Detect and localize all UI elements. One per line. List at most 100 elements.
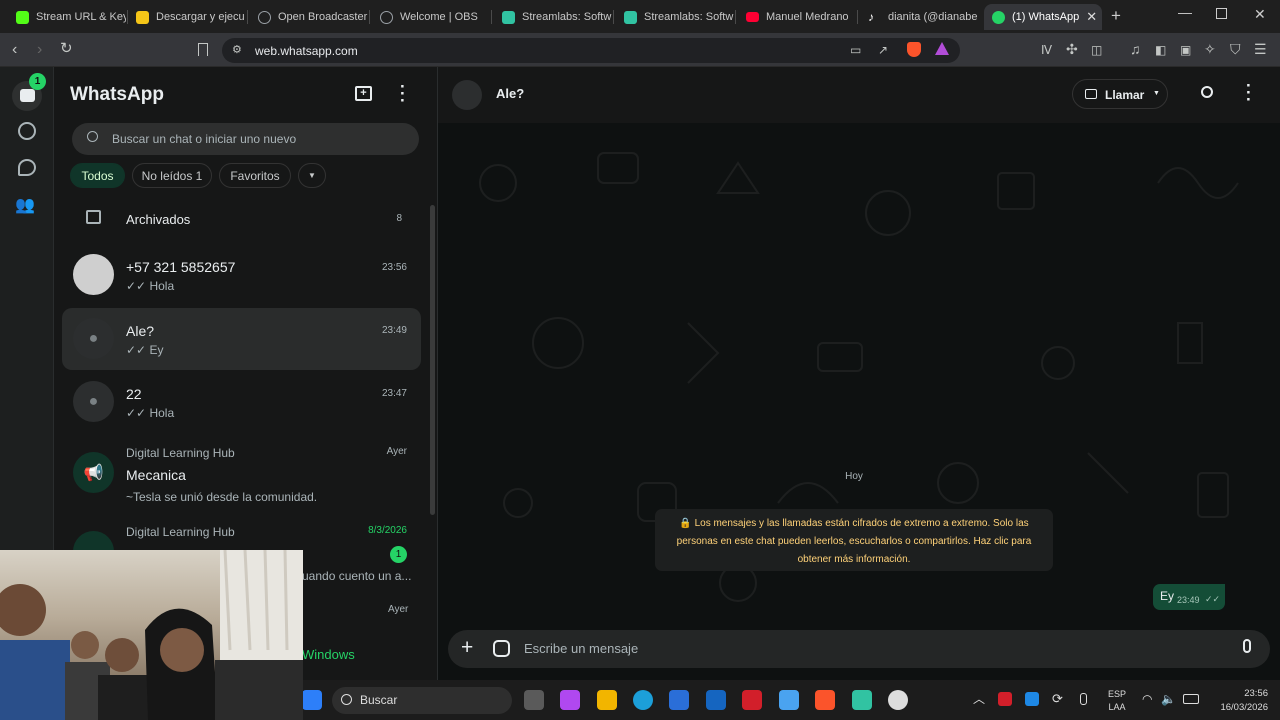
reload-icon[interactable]: ↻: [60, 41, 73, 56]
screenshot-icon[interactable]: ◫: [1091, 43, 1102, 57]
browser-tab[interactable]: Descargar y ejecu: [128, 4, 246, 30]
chat-title[interactable]: Ale?: [496, 86, 524, 101]
back-icon[interactable]: ‹: [12, 42, 17, 58]
filter-all[interactable]: Todos: [70, 163, 125, 188]
chat-row[interactable]: +57 321 5852657 23:56 ✓✓ Hola: [62, 244, 421, 306]
communities-icon[interactable]: 👥: [15, 195, 35, 215]
new-tab-button[interactable]: +: [1111, 6, 1121, 26]
tray-chevron-icon[interactable]: ︿: [973, 690, 985, 707]
sidebar-toggle-icon[interactable]: ◧: [1155, 43, 1166, 57]
clock[interactable]: 23:56 16/03/2026: [1212, 687, 1268, 715]
media-icon[interactable]: ♫: [1130, 42, 1141, 56]
brave-shield-icon[interactable]: [907, 42, 921, 57]
message-input[interactable]: Escribe un mensaje: [524, 641, 638, 656]
video-icon: [1085, 89, 1097, 99]
search-icon[interactable]: [1201, 86, 1213, 98]
microphone-icon[interactable]: [1080, 693, 1087, 705]
status-icon[interactable]: [18, 122, 36, 140]
share-icon[interactable]: ↗: [878, 43, 888, 57]
obs-icon[interactable]: [888, 690, 908, 710]
chat-row[interactable]: 📢 Digital Learning Hub Ayer Mecanica ~Te…: [62, 440, 421, 510]
copilot-icon[interactable]: [560, 690, 580, 710]
brave-icon[interactable]: [815, 690, 835, 710]
minimize-button[interactable]: —: [1178, 4, 1192, 20]
attach-plus-icon[interactable]: +: [461, 637, 473, 659]
store-icon[interactable]: [669, 690, 689, 710]
webcam-people-image: [0, 550, 303, 720]
wallet-icon[interactable]: ▣: [1180, 43, 1191, 57]
mail-icon[interactable]: [779, 690, 799, 710]
cast-icon[interactable]: ▭: [850, 43, 861, 57]
task-view-icon[interactable]: [524, 690, 544, 710]
chevron-down-icon: ▼: [1153, 90, 1160, 97]
close-tab-icon[interactable]: ✕: [1086, 9, 1097, 25]
search-icon: [341, 694, 352, 705]
chat-row[interactable]: ● 22 23:47 ✓✓ Hola: [62, 371, 421, 433]
chat-row-selected[interactable]: ● Ale? 23:49 ✓✓ Ey: [62, 308, 421, 370]
megaphone-icon: 📢: [73, 452, 114, 493]
chats-badge: 1: [29, 73, 46, 90]
download-site-icon: [136, 10, 149, 24]
streamlabs-icon: [502, 10, 515, 24]
vscode-icon[interactable]: [706, 690, 726, 710]
address-bar[interactable]: ⚙ web.whatsapp.com ▭ ↗: [222, 38, 960, 63]
mcafee-icon[interactable]: [742, 690, 762, 710]
brave-rewards-icon[interactable]: [935, 42, 949, 55]
browser-tab[interactable]: Welcome | OBS: [372, 4, 490, 30]
edge-icon[interactable]: [633, 690, 653, 710]
chat-menu-icon[interactable]: · · ·: [1246, 77, 1252, 108]
language-indicator[interactable]: ESP LAA: [1108, 688, 1126, 714]
channels-icon[interactable]: [18, 159, 36, 176]
new-chat-icon[interactable]: +: [355, 86, 372, 101]
leo-ai-icon[interactable]: ✧: [1204, 42, 1216, 56]
site-info-icon[interactable]: ⚙: [232, 43, 242, 56]
browser-tab[interactable]: ♪ dianita (@dianabe: [860, 4, 978, 30]
filter-unread[interactable]: No leídos 1: [132, 163, 212, 188]
url-text[interactable]: web.whatsapp.com: [255, 44, 358, 58]
browser-tab[interactable]: Streamlabs: Softw: [494, 4, 612, 30]
battery-icon[interactable]: [1183, 694, 1199, 704]
archive-icon: [86, 210, 101, 224]
vpn-icon[interactable]: ⛉: [1230, 42, 1241, 56]
sticker-icon[interactable]: [493, 640, 510, 657]
windows-start-icon[interactable]: [302, 690, 322, 710]
volume-icon[interactable]: 🔈: [1161, 692, 1176, 706]
browser-tab[interactable]: Streamlabs: Softw: [616, 4, 734, 30]
chat-time: Ayer: [388, 604, 409, 615]
search-input[interactable]: Buscar un chat o iniciar uno nuevo: [72, 123, 419, 155]
globe-icon: [380, 10, 393, 24]
menu-dots-icon[interactable]: · · ·: [400, 78, 406, 109]
browser-tab[interactable]: Open Broadcaster: [250, 4, 368, 30]
filter-more-chevron-icon[interactable]: ▼: [298, 163, 326, 188]
youtube-icon: [746, 12, 759, 22]
close-window-button[interactable]: ✕: [1254, 6, 1266, 23]
forward-icon[interactable]: ›: [37, 42, 42, 58]
taskbar-search[interactable]: Buscar: [332, 687, 512, 714]
default-avatar-icon: ●: [73, 318, 114, 359]
puzzle-icon[interactable]: ✣: [1066, 42, 1078, 56]
tray-app-icon[interactable]: [998, 692, 1012, 706]
file-explorer-icon[interactable]: [597, 690, 617, 710]
filter-favorites[interactable]: Favoritos: [219, 163, 291, 188]
outgoing-message-bubble[interactable]: Ey 23:49 ✓✓: [1153, 584, 1225, 610]
menu-icon[interactable]: ☰: [1254, 42, 1267, 56]
default-avatar-icon[interactable]: [452, 80, 482, 110]
call-button[interactable]: Llamar ▼: [1072, 79, 1168, 109]
browser-tab[interactable]: Stream URL & Key: [8, 4, 126, 30]
tiktok-icon: ♪: [868, 9, 874, 24]
date-divider: Hoy: [845, 471, 863, 482]
tray-app-icon[interactable]: [1025, 692, 1039, 706]
wifi-icon[interactable]: ◠: [1142, 692, 1152, 706]
extension-icon[interactable]: Ⅳ: [1041, 43, 1052, 57]
browser-tab[interactable]: Manuel Medrano: [738, 4, 856, 30]
archived-row[interactable]: Archivados 8: [62, 200, 421, 238]
streamlabs-icon[interactable]: [852, 690, 872, 710]
browser-tab-active[interactable]: (1) WhatsApp ✕: [984, 4, 1102, 30]
sync-icon[interactable]: ⟳: [1052, 691, 1063, 707]
encryption-notice[interactable]: 🔒 Los mensajes y las llamadas están cifr…: [655, 509, 1053, 571]
microphone-icon[interactable]: [1243, 639, 1251, 653]
maximize-button[interactable]: [1216, 8, 1227, 19]
bookmark-icon[interactable]: [198, 43, 208, 56]
chat-list-scrollbar[interactable]: [430, 205, 435, 515]
streamlabs-icon: [624, 10, 637, 24]
